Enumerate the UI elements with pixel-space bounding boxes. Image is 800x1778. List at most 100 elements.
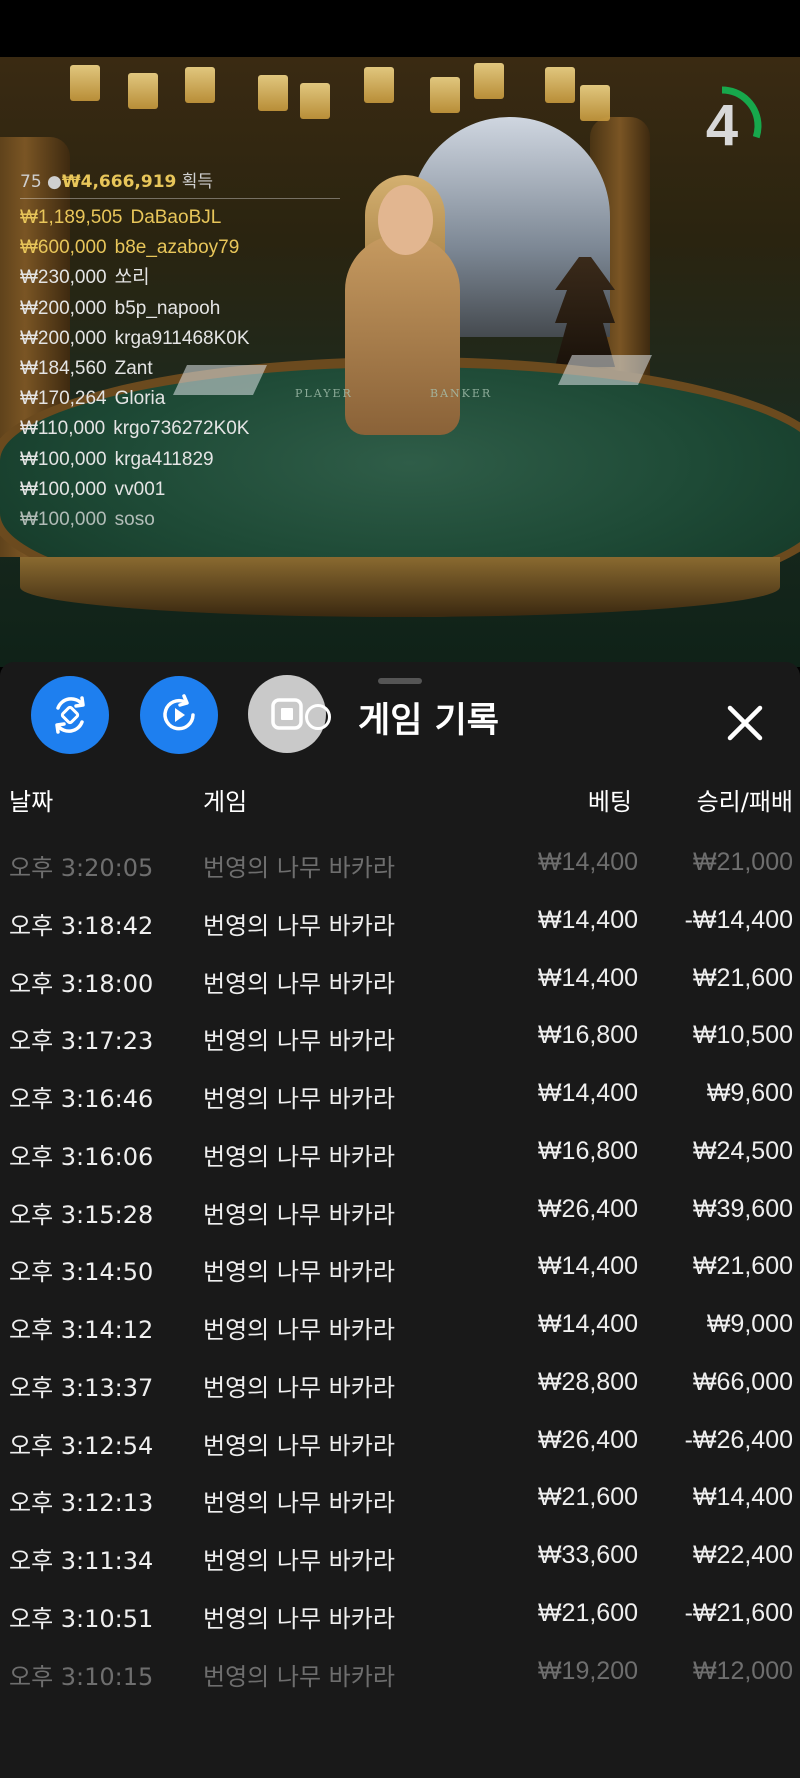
winner-amount: ₩100,000	[20, 448, 107, 470]
history-row[interactable]: 오후 3:12:54 번영의 나무 바카라 ₩26,400 -₩26,400	[0, 1418, 800, 1476]
history-row[interactable]: 오후 3:14:50 번영의 나무 바카라 ₩14,400 ₩21,600	[0, 1244, 800, 1302]
row-result: -₩14,400	[684, 905, 793, 934]
row-time: 오후 3:14:12	[9, 1316, 154, 1344]
person-icon: ●	[47, 172, 62, 192]
winners-list: 75 ●₩4,666,919 획득 ₩1,189,505 DaBaoBJL ₩600…	[20, 167, 340, 535]
row-game: 번영의 나무 바카라	[203, 1027, 395, 1056]
countdown-number: 4	[705, 93, 739, 158]
row-time: 오후 3:17:23	[9, 1027, 154, 1056]
close-icon[interactable]	[722, 700, 768, 746]
row-bet: ₩14,400	[537, 1079, 638, 1107]
row-game: 번영의 나무 바카라	[203, 854, 395, 882]
winner-row: ₩230,000 쏘리	[20, 263, 340, 293]
winner-name: DaBaoBJL	[130, 207, 222, 228]
drag-handle[interactable]	[378, 678, 422, 684]
winner-row: ₩100,000 soso	[20, 505, 340, 535]
winner-name: krga411829	[114, 448, 214, 470]
history-row[interactable]: 오후 3:11:34 번영의 나무 바카라 ₩33,600 ₩22,400	[0, 1533, 800, 1591]
table-header: 날짜 게임 베팅 승리/패배	[0, 782, 800, 817]
row-time: 오후 3:14:50	[9, 1258, 154, 1287]
row-time: 오후 3:16:06	[9, 1142, 154, 1171]
row-bet: ₩21,600	[537, 1483, 638, 1512]
row-result: ₩21,600	[692, 1252, 793, 1281]
winner-row: ₩200,000 b5p_napooh	[20, 294, 340, 324]
game-history-sheet: 게임 기록 날짜 게임 베팅 승리/패배 오후 3:20:05 번영의 나무 바카…	[0, 662, 800, 1778]
row-game: 번영의 나무 바카라	[203, 1200, 395, 1229]
row-time: 오후 3:10:51	[9, 1604, 154, 1633]
row-time: 오후 3:12:54	[9, 1431, 154, 1460]
winner-name: soso	[114, 508, 155, 530]
row-bet: ₩14,400	[537, 848, 638, 876]
row-bet: ₩16,800	[537, 1021, 638, 1050]
table-banker-label: BANKER	[430, 387, 493, 400]
row-bet: ₩14,400	[537, 1310, 638, 1338]
row-bet: ₩19,200	[537, 1656, 638, 1685]
row-game: 번영의 나무 바카라	[203, 1662, 395, 1691]
column-bet[interactable]: 베팅	[588, 782, 632, 817]
history-row[interactable]: 오후 3:14:12 번영의 나무 바카라 ₩14,400 ₩9,000	[0, 1302, 800, 1360]
winner-amount: ₩100,000	[20, 478, 107, 500]
row-result: ₩21,000	[692, 848, 793, 876]
rotate-screen-button[interactable]	[31, 676, 109, 754]
hanging-lantern	[364, 67, 394, 103]
row-bet: ₩26,400	[537, 1425, 638, 1454]
column-result[interactable]: 승리/패배	[697, 782, 793, 817]
row-time: 오후 3:10:15	[9, 1662, 154, 1691]
row-game: 번영의 나무 바카라	[203, 1547, 395, 1575]
row-bet: ₩14,400	[537, 1252, 638, 1281]
row-game: 번영의 나무 바카라	[203, 1604, 395, 1633]
row-time: 오후 3:16:46	[9, 1085, 154, 1113]
winners-header: 75 ●₩4,666,919 획득	[20, 167, 340, 199]
winner-row: ₩170,264 Gloria	[20, 384, 340, 414]
winner-name: 쏘리	[114, 267, 150, 289]
won-label: 획득	[181, 172, 214, 192]
card-shoe-right	[558, 355, 652, 385]
row-result: ₩22,400	[692, 1541, 793, 1569]
total-won: ₩4,666,919	[61, 172, 177, 192]
column-date[interactable]: 날짜	[9, 782, 53, 817]
history-row[interactable]: 오후 3:17:23 번영의 나무 바카라 ₩16,800 ₩10,500	[0, 1013, 800, 1071]
row-game: 번영의 나무 바카라	[203, 1142, 395, 1171]
history-row[interactable]: 오후 3:18:42 번영의 나무 바카라 ₩14,400 -₩14,400	[0, 898, 800, 956]
history-row[interactable]: 오후 3:10:15 번영의 나무 바카라 ₩19,200 ₩12,000	[0, 1649, 800, 1707]
row-bet: ₩14,400	[537, 963, 638, 992]
history-row[interactable]: 오후 3:15:28 번영의 나무 바카라 ₩26,400 ₩39,600	[0, 1187, 800, 1245]
row-game: 번영의 나무 바카라	[203, 1085, 395, 1113]
row-bet: ₩28,800	[537, 1367, 638, 1396]
winner-amount: ₩230,000	[20, 267, 107, 289]
row-time: 오후 3:12:13	[9, 1489, 154, 1518]
row-result: -₩21,600	[684, 1598, 793, 1627]
winner-amount: ₩170,264	[20, 388, 107, 410]
history-row[interactable]: 오후 3:18:00 번영의 나무 바카라 ₩14,400 ₩21,600	[0, 956, 800, 1014]
row-game: 번영의 나무 바카라	[203, 1258, 395, 1287]
history-row[interactable]: 오후 3:16:06 번영의 나무 바카라 ₩16,800 ₩24,500	[0, 1129, 800, 1187]
row-time: 오후 3:11:34	[9, 1547, 154, 1575]
winner-name: vv001	[114, 478, 166, 500]
dealer	[345, 235, 460, 435]
history-row[interactable]: 오후 3:10:51 번영의 나무 바카라 ₩21,600 -₩21,600	[0, 1591, 800, 1649]
hanging-lantern	[545, 67, 575, 103]
winner-amount: ₩184,560	[20, 357, 107, 379]
history-clock-icon	[305, 704, 331, 730]
hanging-lantern	[474, 63, 504, 99]
history-row[interactable]: 오후 3:13:37 번영의 나무 바카라 ₩28,800 ₩66,000	[0, 1360, 800, 1418]
row-result: ₩14,400	[692, 1483, 793, 1512]
video-quality-button[interactable]	[140, 676, 218, 754]
row-game: 번영의 나무 바카라	[203, 911, 395, 940]
history-row[interactable]: 오후 3:20:05 번영의 나무 바카라 ₩14,400 ₩21,000	[0, 840, 800, 898]
column-game[interactable]: 게임	[203, 782, 247, 817]
hanging-lantern	[430, 77, 460, 113]
row-result: -₩26,400	[684, 1425, 793, 1454]
hanging-lantern	[128, 73, 158, 109]
row-result: ₩12,000	[692, 1656, 793, 1685]
winner-name: Zant	[114, 357, 153, 379]
row-bet: ₩21,600	[537, 1598, 638, 1627]
history-row[interactable]: 오후 3:12:13 번영의 나무 바카라 ₩21,600 ₩14,400	[0, 1475, 800, 1533]
row-result: ₩24,500	[692, 1136, 793, 1165]
row-time: 오후 3:13:37	[9, 1373, 154, 1402]
replay-video-icon	[163, 694, 195, 731]
history-row[interactable]: 오후 3:16:46 번영의 나무 바카라 ₩14,400 ₩9,600	[0, 1071, 800, 1129]
row-time: 오후 3:18:00	[9, 969, 154, 998]
history-list: 오후 3:20:05 번영의 나무 바카라 ₩14,400 ₩21,000 오후 3:1…	[0, 840, 800, 1706]
hanging-lantern	[185, 67, 215, 103]
